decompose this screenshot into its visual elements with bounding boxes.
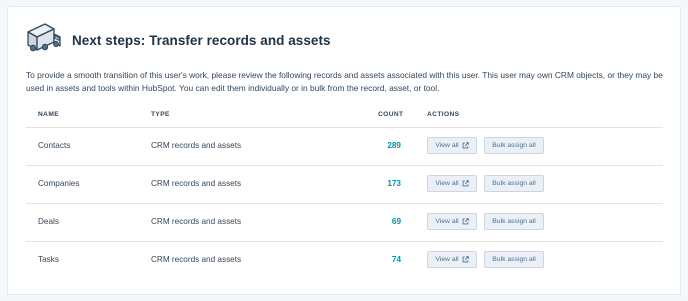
table-row: Companies CRM records and assets 173 Vie… xyxy=(26,166,663,204)
row-actions: View all Bulk assign all xyxy=(427,137,544,154)
delivery-truck-icon xyxy=(27,23,61,52)
view-all-button[interactable]: View all xyxy=(427,137,477,154)
view-all-label: View all xyxy=(435,256,459,263)
view-all-label: View all xyxy=(435,218,459,225)
records-table: NAME TYPE COUNT ACTIONS Contacts CRM rec… xyxy=(26,106,663,279)
view-all-button[interactable]: View all xyxy=(427,175,477,192)
bulk-assign-all-button[interactable]: Bulk assign all xyxy=(484,175,544,192)
card-header: Next steps: Transfer records and assets xyxy=(25,20,331,56)
table-row: Deals CRM records and assets 69 View all… xyxy=(26,204,663,242)
row-actions: View all Bulk assign all xyxy=(427,213,544,230)
bulk-assign-label: Bulk assign all xyxy=(492,256,536,263)
bulk-assign-label: Bulk assign all xyxy=(492,218,536,225)
bulk-assign-all-button[interactable]: Bulk assign all xyxy=(484,213,544,230)
bulk-assign-all-button[interactable]: Bulk assign all xyxy=(484,251,544,268)
row-actions: View all Bulk assign all xyxy=(427,251,544,268)
column-header-count: COUNT xyxy=(378,111,404,118)
row-type: CRM records and assets xyxy=(151,217,242,226)
row-name: Contacts xyxy=(38,141,71,150)
row-count-link[interactable]: 69 xyxy=(356,217,401,226)
table-body: Contacts CRM records and assets 289 View… xyxy=(26,128,663,279)
row-count-link[interactable]: 173 xyxy=(356,179,401,188)
table-header: NAME TYPE COUNT ACTIONS xyxy=(26,106,663,128)
column-header-name: NAME xyxy=(38,111,60,118)
row-name: Deals xyxy=(38,217,59,226)
view-all-label: View all xyxy=(435,180,459,187)
bulk-assign-label: Bulk assign all xyxy=(492,180,536,187)
external-link-icon xyxy=(462,218,469,225)
row-type: CRM records and assets xyxy=(151,141,242,150)
row-actions: View all Bulk assign all xyxy=(427,175,544,192)
page-title: Next steps: Transfer records and assets xyxy=(72,32,331,48)
column-header-actions: ACTIONS xyxy=(427,111,460,118)
row-type: CRM records and assets xyxy=(151,255,242,264)
bulk-assign-all-button[interactable]: Bulk assign all xyxy=(484,137,544,154)
row-name: Companies xyxy=(38,179,80,188)
column-header-type: TYPE xyxy=(151,111,170,118)
table-row: Contacts CRM records and assets 289 View… xyxy=(26,128,663,166)
row-count-link[interactable]: 74 xyxy=(356,255,401,264)
external-link-icon xyxy=(462,256,469,263)
row-type: CRM records and assets xyxy=(151,179,242,188)
description-text: To provide a smooth transition of this u… xyxy=(26,70,663,93)
row-count-link[interactable]: 289 xyxy=(356,141,401,150)
bulk-assign-label: Bulk assign all xyxy=(492,142,536,149)
view-all-button[interactable]: View all xyxy=(427,251,477,268)
external-link-icon xyxy=(462,180,469,187)
external-link-icon xyxy=(462,142,469,149)
row-name: Tasks xyxy=(38,255,59,264)
transfer-card: Next steps: Transfer records and assets … xyxy=(7,6,681,295)
view-all-button[interactable]: View all xyxy=(427,213,477,230)
view-all-label: View all xyxy=(435,142,459,149)
table-row: Tasks CRM records and assets 74 View all… xyxy=(26,242,663,279)
